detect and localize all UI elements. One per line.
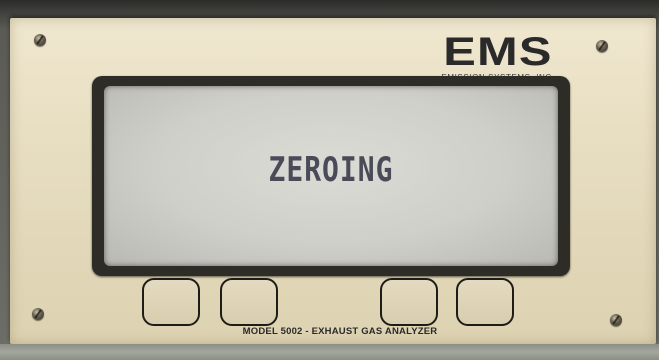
screw-icon [34, 34, 46, 46]
brand-logo: EMS EMISSION SYSTEMS, INC. [398, 32, 598, 82]
analyzer-photo: EMS EMISSION SYSTEMS, INC. ZEROING MODEL… [0, 0, 659, 360]
soft-key-1-button[interactable] [142, 278, 200, 326]
display-status-text: ZEROING [268, 149, 394, 189]
soft-key-3-button[interactable] [380, 278, 438, 326]
soft-key-2-button[interactable] [220, 278, 278, 326]
screw-icon [32, 308, 44, 320]
soft-key-4-button[interactable] [456, 278, 514, 326]
brand-logo-text: EMS [443, 30, 553, 74]
lcd-display: ZEROING [92, 76, 570, 276]
front-panel: EMS EMISSION SYSTEMS, INC. ZEROING MODEL… [10, 18, 656, 344]
model-label: MODEL 5002 - EXHAUST GAS ANALYZER [242, 326, 438, 337]
screw-icon [610, 314, 622, 326]
bottom-trim [0, 344, 659, 360]
lcd-screen: ZEROING [104, 86, 558, 266]
